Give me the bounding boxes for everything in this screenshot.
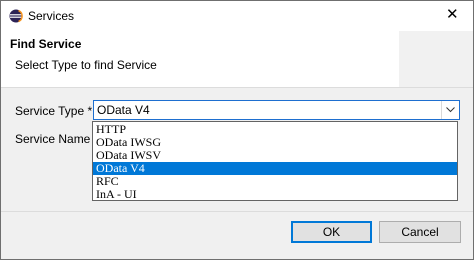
window-title: Services: [28, 9, 75, 23]
cancel-button[interactable]: Cancel: [379, 221, 461, 243]
services-dialog: Services ✕ Find Service Select Type to f…: [0, 0, 474, 260]
page-title: Find Service: [10, 37, 82, 51]
option-odata-iwsv[interactable]: OData IWSV: [93, 149, 457, 162]
wizard-header: Find Service Select Type to find Service: [1, 31, 473, 88]
service-name-label: Service Name *: [15, 132, 99, 146]
service-type-dropdown-list: HTTP OData IWSG OData IWSV OData V4 RFC …: [92, 121, 458, 201]
service-type-combo[interactable]: OData V4: [93, 100, 460, 120]
close-button[interactable]: ✕: [433, 1, 473, 31]
option-ina-ui[interactable]: InA - UI: [93, 188, 457, 201]
eclipse-icon: [9, 9, 23, 23]
service-type-value: OData V4: [97, 103, 150, 117]
button-bar: OK Cancel: [1, 211, 473, 259]
page-message: Select Type to find Service: [15, 58, 157, 72]
service-type-label: Service Type *: [15, 104, 93, 118]
ok-button[interactable]: OK: [291, 221, 372, 243]
header-banner-image: [399, 31, 473, 87]
dropdown-toggle[interactable]: [441, 101, 459, 119]
title-bar: Services ✕: [1, 1, 473, 31]
option-odata-v4[interactable]: OData V4: [93, 162, 457, 175]
chevron-down-icon: [446, 107, 455, 113]
close-icon: ✕: [446, 6, 459, 23]
option-rfc[interactable]: RFC: [93, 175, 457, 188]
